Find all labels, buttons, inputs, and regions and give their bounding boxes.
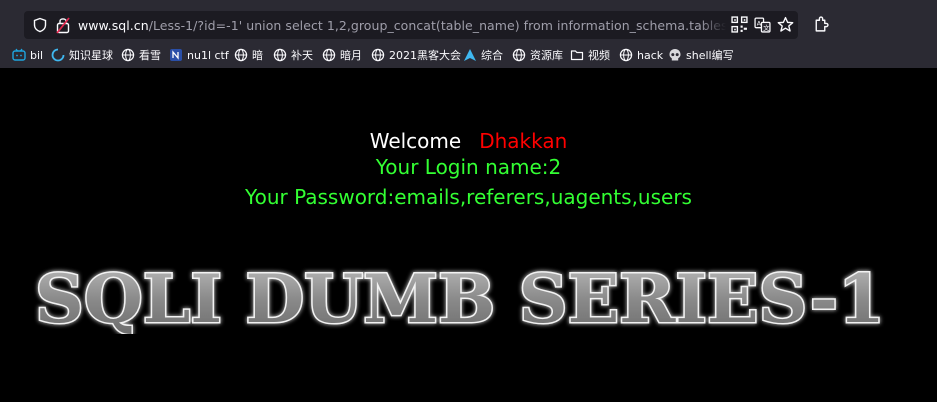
- bookmark-hack[interactable]: hack: [619, 46, 663, 64]
- page-content: [0, 68, 937, 402]
- url-text[interactable]: www.sql.cn/Less-1/?id=-1' union select 1…: [78, 17, 726, 35]
- url-fade: [700, 13, 726, 37]
- bookmark-label: 暗月: [340, 49, 362, 62]
- bookmark-label: 视频: [588, 49, 610, 62]
- bookmark-zonghe[interactable]: 综合: [463, 46, 503, 64]
- bookmark-label: nu1l ctf: [187, 48, 229, 62]
- folder-icon: [570, 50, 584, 61]
- login-name-line: Your Login name:2: [375, 155, 562, 179]
- bookmark-label: shell编写: [686, 49, 734, 62]
- globe-icon: [121, 48, 135, 62]
- bookmark-nu1l[interactable]: nu1l ctf: [169, 46, 229, 64]
- bookmark-kanxue[interactable]: 看雪: [121, 46, 161, 64]
- welcome-label: Welcome: [369, 129, 462, 153]
- bilibili-icon: [12, 48, 26, 61]
- shield-icon[interactable]: [32, 17, 48, 33]
- insecure-lock-icon[interactable]: [56, 16, 70, 34]
- bookmark-shell[interactable]: shell编写: [668, 46, 734, 64]
- bookmark-ziyuanku[interactable]: 资源库: [512, 46, 563, 64]
- bookmark-zsxq[interactable]: 知识星球: [51, 46, 113, 64]
- bookmark-label: 补天: [291, 49, 313, 62]
- bookmark-label: 看雪: [139, 49, 161, 62]
- url-path: /Less-1/?id=-1' union select 1,2,group_c…: [148, 18, 726, 33]
- arrow-logo-icon: [464, 49, 476, 61]
- n1-icon: [170, 49, 182, 61]
- svg-text:文: 文: [763, 23, 770, 32]
- translate-icon[interactable]: A 文: [754, 16, 771, 33]
- bookmark-label: 暗: [252, 49, 263, 62]
- globe-icon: [619, 48, 633, 62]
- globe-icon: [273, 48, 287, 62]
- bookmark-label: 知识星球: [69, 49, 113, 62]
- bookmark-an[interactable]: 暗: [234, 46, 263, 64]
- bookmark-shipin[interactable]: 视频: [570, 46, 610, 64]
- qr-code-icon[interactable]: [731, 16, 748, 33]
- bookmark-2021[interactable]: 2021黑客大会: [371, 46, 461, 64]
- extensions-icon[interactable]: [812, 16, 829, 33]
- bookmark-label: 2021黑客大会: [389, 49, 461, 62]
- sqli-dumb-series-banner: SQLI DUMB SERIES-1: [34, 260, 887, 334]
- globe-icon: [371, 48, 385, 62]
- bookmark-anyue[interactable]: 暗月: [322, 46, 362, 64]
- bookmark-label: 资源库: [530, 49, 563, 62]
- banner-text: SQLI DUMB SERIES-1: [35, 260, 885, 334]
- bookmark-label: hack: [637, 48, 664, 62]
- welcome-line: Welcome Dhakkan: [0, 128, 937, 154]
- password-line: Your Password:emails,referers,uagents,us…: [245, 185, 692, 209]
- globe-icon: [322, 48, 336, 62]
- star-icon[interactable]: [777, 16, 794, 33]
- globe-icon: [234, 48, 248, 62]
- url-host: www.sql.cn: [78, 18, 149, 33]
- svg-text:A: A: [757, 20, 762, 28]
- globe-icon: [512, 48, 526, 62]
- bookmark-bil[interactable]: bil: [12, 46, 43, 64]
- bookmark-label: bil: [30, 48, 44, 62]
- bookmark-butian[interactable]: 补天: [273, 46, 313, 64]
- skull-icon: [669, 49, 681, 61]
- planet-icon: [51, 48, 65, 62]
- bookmark-label: 综合: [481, 49, 503, 62]
- welcome-name: Dhakkan: [479, 129, 568, 153]
